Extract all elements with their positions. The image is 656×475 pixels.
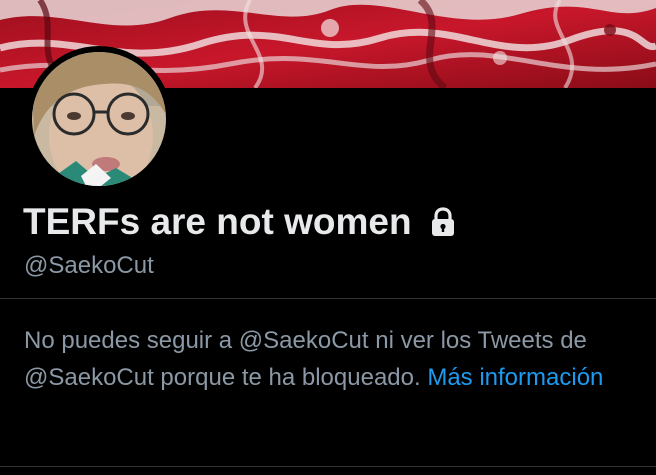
- lock-icon: [426, 205, 460, 239]
- profile-avatar[interactable]: [26, 46, 172, 192]
- profile-handle: @SaekoCut: [24, 252, 154, 279]
- blocked-notice: No puedes seguir a @SaekoCut ni ver los …: [24, 322, 639, 396]
- divider-bottom: [0, 466, 656, 467]
- profile-display-name: TERFs are not women: [23, 198, 460, 246]
- display-name-text: TERFs are not women: [23, 201, 412, 242]
- divider: [0, 298, 656, 299]
- learn-more-link[interactable]: Más información: [427, 364, 603, 391]
